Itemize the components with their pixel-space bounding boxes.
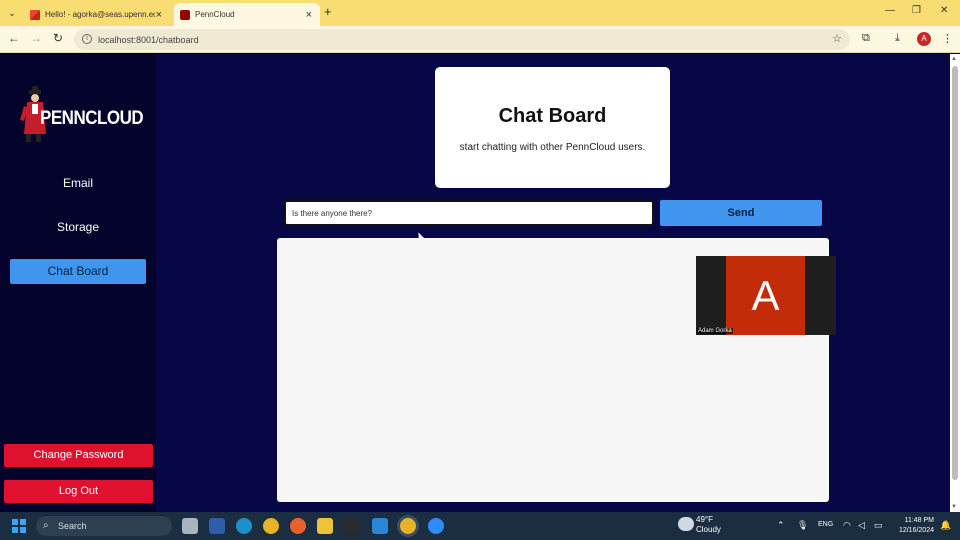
- volume-icon[interactable]: ◁: [858, 520, 865, 531]
- gmail-icon: [30, 9, 40, 20]
- page-scrollbar[interactable]: ▲ ▼: [950, 54, 960, 512]
- sidebar: PENNCLOUD Email Storage Chat Board Chang…: [0, 54, 156, 512]
- browser-tab-penncloud[interactable]: PennCloud ×: [174, 3, 320, 26]
- participant-name: Adam Gorka: [697, 328, 733, 334]
- restore-icon[interactable]: ❐: [912, 5, 921, 16]
- taskbar-clock[interactable]: 11:48 PM 12/16/2024: [894, 516, 934, 536]
- search-label: Search: [58, 521, 87, 531]
- extensions-icon[interactable]: ⧉: [862, 32, 870, 45]
- message-input[interactable]: [284, 200, 654, 226]
- page-title: Chat Board: [498, 105, 607, 127]
- browser-tab-gmail[interactable]: Hello! - agorka@seas.upenn.edu ×: [24, 3, 170, 26]
- penn-shield-icon: [180, 9, 190, 20]
- close-tab-icon[interactable]: ×: [306, 9, 312, 21]
- language-indicator[interactable]: ENG: [818, 521, 833, 528]
- cloudy-weather-icon: [678, 517, 694, 531]
- video-call-tile[interactable]: A Adam Gorka: [696, 256, 836, 335]
- profile-avatar[interactable]: A: [917, 32, 931, 46]
- powershell-icon[interactable]: [209, 518, 225, 534]
- tab-search-chevron-icon[interactable]: ⌄: [4, 5, 20, 21]
- windows-start-icon[interactable]: [12, 519, 26, 533]
- close-tab-icon[interactable]: ×: [156, 9, 162, 21]
- windows-taskbar: ⌕ Search 49°F Cloudy ⌃ 🎙 ENG ◠ ◁ ▭ 11:48…: [0, 512, 960, 540]
- search-icon: ⌕: [43, 520, 49, 531]
- send-button[interactable]: Send: [660, 200, 822, 226]
- chrome-active-icon[interactable]: [400, 518, 416, 534]
- notification-bell-icon[interactable]: 🔔: [940, 520, 951, 531]
- weather-desc: Cloudy: [696, 525, 721, 534]
- change-password-button[interactable]: Change Password: [4, 444, 153, 467]
- participant-avatar: A: [726, 256, 805, 335]
- minimize-icon[interactable]: —: [885, 5, 895, 16]
- battery-icon[interactable]: ▭: [874, 520, 883, 531]
- chrome-icon[interactable]: [263, 518, 279, 534]
- logo-text: PENNCLOUD: [40, 106, 144, 129]
- taskbar-search[interactable]: ⌕ Search: [36, 516, 172, 536]
- scroll-up-icon[interactable]: ▲: [951, 56, 957, 62]
- scroll-down-icon[interactable]: ▼: [951, 504, 957, 510]
- nav-storage[interactable]: Storage: [10, 215, 146, 240]
- nav-chat-board[interactable]: Chat Board: [10, 259, 146, 284]
- new-tab-icon[interactable]: +: [324, 4, 332, 19]
- penncloud-logo[interactable]: PENNCLOUD: [18, 86, 144, 144]
- menu-kebab-icon[interactable]: ⋮: [942, 32, 953, 45]
- site-info-icon[interactable]: i: [82, 34, 92, 44]
- clock-time: 11:48 PM: [904, 517, 934, 524]
- wifi-icon[interactable]: ◠: [843, 520, 851, 531]
- penncloud-page: PENNCLOUD Email Storage Chat Board Chang…: [0, 54, 950, 512]
- close-window-icon[interactable]: ✕: [940, 5, 948, 16]
- scroll-thumb[interactable]: [952, 66, 958, 480]
- tray-chevron-icon[interactable]: ⌃: [777, 520, 785, 531]
- browser-toolbar: ← → ↻ i localhost:8001/chatboard ☆ ⧉ ⤓ A…: [0, 26, 960, 53]
- tab-title: Hello! - agorka@seas.upenn.edu: [45, 10, 155, 19]
- folder-icon[interactable]: [317, 518, 333, 534]
- reload-icon[interactable]: ↻: [50, 31, 66, 45]
- url-text: localhost:8001/chatboard: [98, 34, 199, 45]
- tab-title: PennCloud: [195, 10, 235, 19]
- forward-icon[interactable]: →: [28, 31, 44, 45]
- weather-temp: 49°F: [696, 515, 713, 524]
- firefox-icon[interactable]: [290, 518, 306, 534]
- back-icon[interactable]: ←: [6, 31, 22, 45]
- terminal-icon[interactable]: [344, 518, 360, 534]
- download-icon[interactable]: ⤓: [895, 32, 900, 45]
- weather-widget[interactable]: 49°F Cloudy: [696, 515, 721, 535]
- nav-email[interactable]: Email: [10, 171, 146, 196]
- vscode-icon[interactable]: [372, 518, 388, 534]
- microphone-icon[interactable]: 🎙: [797, 520, 808, 531]
- bookmark-star-icon[interactable]: ☆: [832, 32, 842, 45]
- page-subtitle: start chatting with other PennCloud user…: [459, 142, 646, 153]
- file-explorer-desktop-icon[interactable]: [182, 518, 198, 534]
- zoom-icon[interactable]: [428, 518, 444, 534]
- browser-tab-strip: ⌄ Hello! - agorka@seas.upenn.edu × PennC…: [0, 0, 960, 26]
- edge-icon[interactable]: [236, 518, 252, 534]
- address-bar[interactable]: i localhost:8001/chatboard ☆: [74, 29, 850, 50]
- clock-date: 12/16/2024: [898, 527, 934, 534]
- chat-board-header-card: Chat Board start chatting with other Pen…: [435, 67, 670, 188]
- logout-button[interactable]: Log Out: [4, 480, 153, 503]
